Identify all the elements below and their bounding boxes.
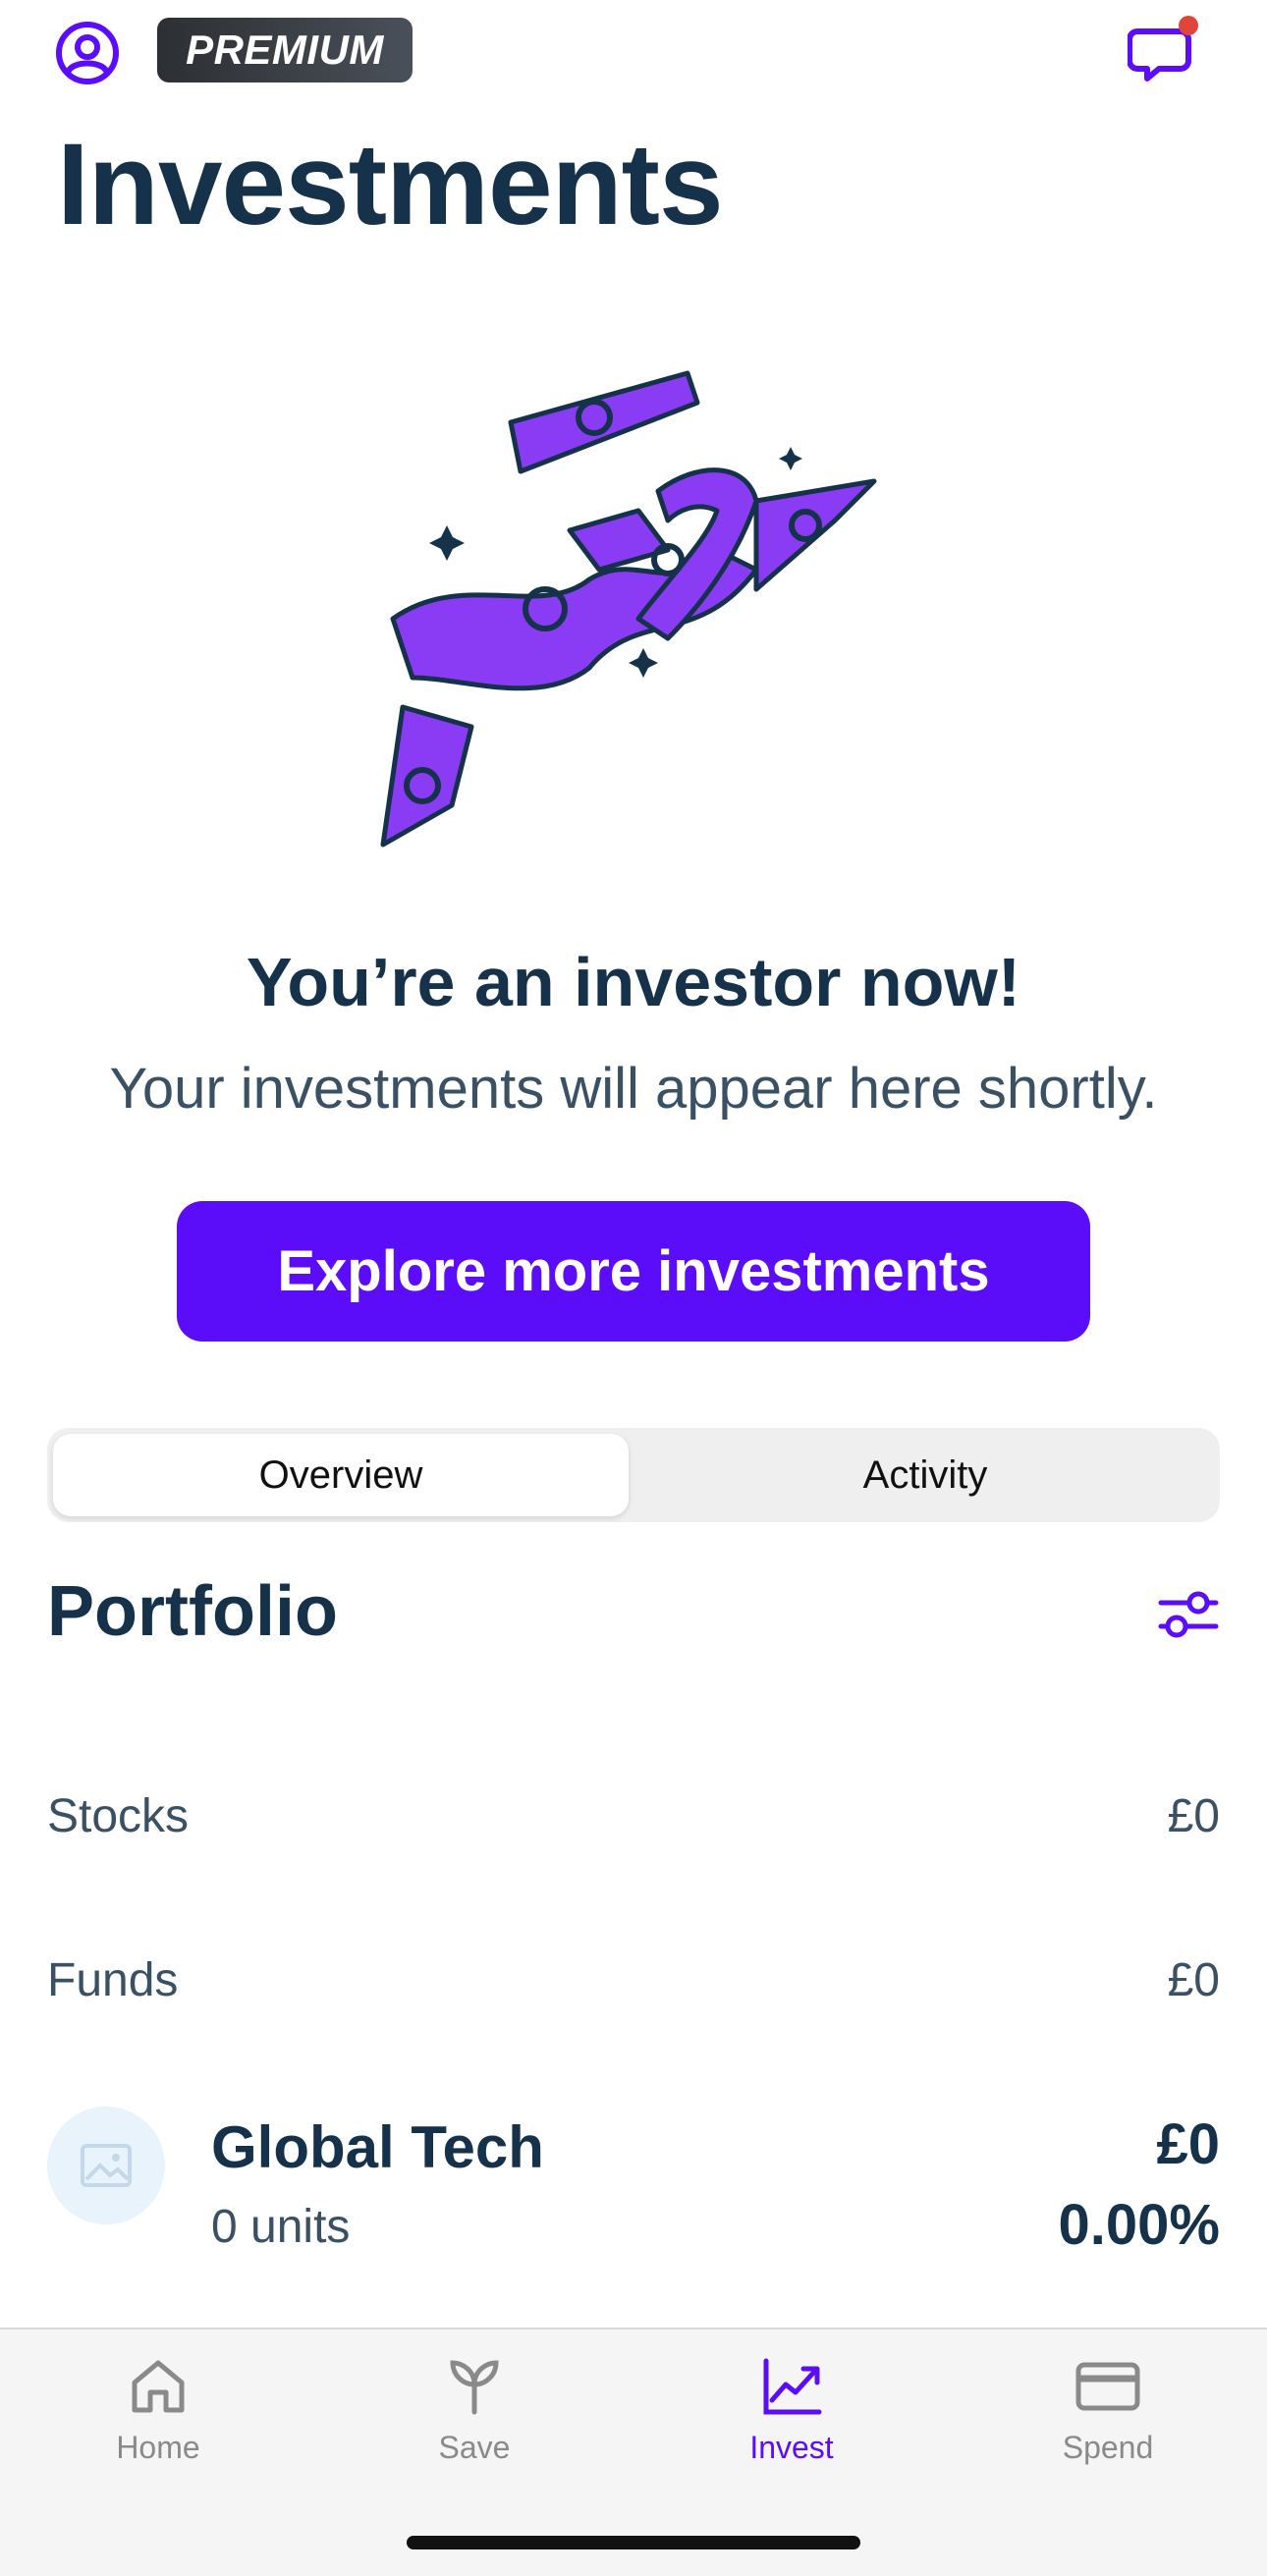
nav-invest[interactable]: Invest xyxy=(693,2353,890,2491)
notification-dot xyxy=(1179,16,1198,35)
stocks-label: Stocks xyxy=(47,1790,190,1842)
home-indicator[interactable] xyxy=(407,2536,860,2549)
nav-home-label: Home xyxy=(116,2430,200,2465)
nav-spend[interactable]: Spend xyxy=(1010,2353,1206,2491)
sliders-icon xyxy=(1158,1591,1219,1638)
image-icon xyxy=(81,2144,132,2187)
holding-change: 0.00% xyxy=(1058,2193,1220,2257)
funds-label: Funds xyxy=(47,1954,179,2006)
nav-home[interactable]: Home xyxy=(60,2353,256,2491)
portfolio-title: Portfolio xyxy=(47,1572,338,1651)
stocks-value: £0 xyxy=(1167,1790,1220,1842)
premium-badge: PREMIUM xyxy=(157,18,413,82)
money-illustration xyxy=(380,370,877,848)
tab-activity[interactable]: Activity xyxy=(636,1434,1214,1516)
nav-save[interactable]: Save xyxy=(376,2353,573,2491)
holding-name[interactable]: Global Tech xyxy=(211,2113,544,2181)
nav-invest-label: Invest xyxy=(749,2430,834,2465)
chat-button[interactable] xyxy=(1127,14,1202,82)
holding-units: 0 units xyxy=(211,2201,351,2253)
explore-investments-button[interactable]: Explore more investments xyxy=(177,1201,1090,1342)
page-title: Investments xyxy=(57,120,724,249)
card-icon xyxy=(1075,2362,1140,2411)
hero-title: You’re an investor now! xyxy=(246,944,1021,1020)
sprout-icon xyxy=(450,2360,499,2415)
profile-button[interactable] xyxy=(54,20,121,86)
hero-subtitle: Your investments will appear here shortl… xyxy=(109,1057,1158,1121)
holding-value: £0 xyxy=(1156,2112,1220,2176)
chart-up-icon xyxy=(763,2358,822,2415)
nav-spend-label: Spend xyxy=(1062,2430,1154,2465)
tab-overview[interactable]: Overview xyxy=(53,1434,629,1516)
overview-activity-toggle: Overview Activity xyxy=(47,1428,1220,1522)
profile-icon xyxy=(56,22,119,84)
fund-image-placeholder[interactable] xyxy=(47,2107,165,2224)
home-icon xyxy=(132,2360,185,2413)
chat-icon xyxy=(1127,16,1198,82)
filter-button[interactable] xyxy=(1157,1583,1220,1646)
nav-save-label: Save xyxy=(438,2430,511,2465)
funds-value: £0 xyxy=(1167,1954,1220,2006)
